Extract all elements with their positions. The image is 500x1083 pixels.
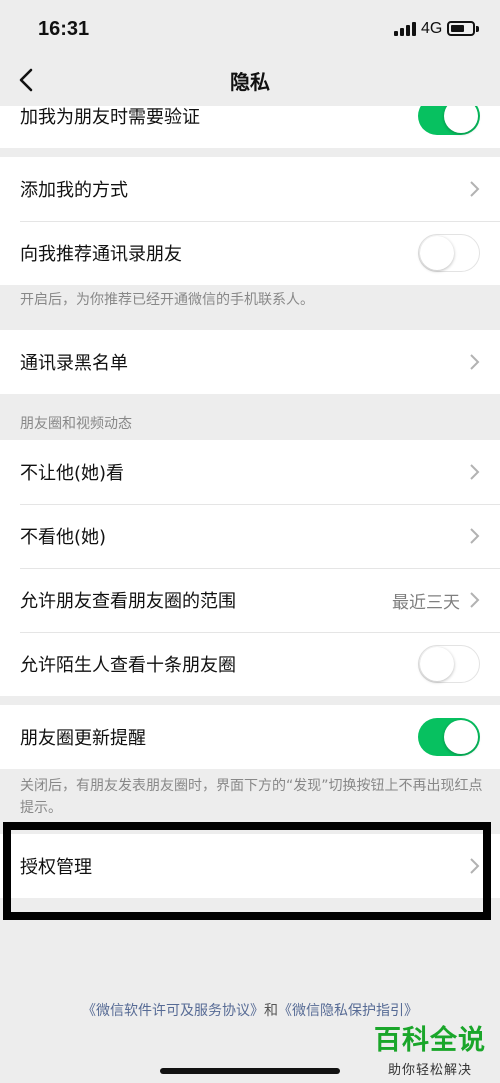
network-type: 4G — [421, 20, 443, 37]
row-label: 添加我的方式 — [20, 180, 128, 201]
recommend-note: 开启后，为你推荐已经开通微信的手机联系人。 — [20, 292, 314, 308]
group-moments: 不让他(她)看 不看他(她) 允许朋友查看朋友圈的范围 最近三天 允许陌生人查看… — [0, 440, 500, 696]
footer: 《微信软件许可及服务协议》和《微信隐私保护指引》 — [0, 1000, 500, 1020]
row-label: 加我为朋友时需要验证 — [20, 107, 200, 128]
battery-icon — [447, 21, 475, 36]
section-header-moments: 朋友圈和视频动态 — [20, 416, 132, 432]
group-add-methods: 添加我的方式 向我推荐通讯录朋友 — [0, 157, 500, 285]
license-link[interactable]: 《微信软件许可及服务协议》 — [82, 1003, 264, 1019]
battery-tip-icon — [476, 26, 479, 32]
row-label: 朋友圈更新提醒 — [20, 728, 146, 749]
verify-friend-toggle[interactable] — [418, 106, 480, 135]
footer-joiner: 和 — [264, 1003, 278, 1019]
page-title: 隐私 — [230, 70, 270, 94]
status-time: 16:31 — [38, 18, 90, 40]
row-moments-reminder[interactable]: 朋友圈更新提醒 — [0, 705, 500, 769]
row-label: 允许陌生人查看十条朋友圈 — [20, 655, 236, 676]
row-label: 通讯录黑名单 — [20, 353, 128, 374]
chevron-right-icon — [470, 181, 480, 197]
chevron-right-icon — [470, 528, 480, 544]
chevron-right-icon — [470, 464, 480, 480]
watermark-sub: 助你轻松解决 — [387, 1063, 472, 1078]
row-hide-my-posts[interactable]: 不让他(她)看 — [0, 440, 500, 504]
group-blacklist: 通讯录黑名单 — [0, 330, 500, 394]
row-label: 不看他(她) — [20, 527, 107, 548]
status-bar: 16:31 4G — [0, 0, 500, 60]
nav-bar: 隐私 — [0, 60, 500, 106]
row-strangers-view[interactable]: 允许陌生人查看十条朋友圈 — [0, 632, 500, 696]
moments-reminder-toggle[interactable] — [418, 718, 480, 756]
chevron-right-icon — [470, 592, 480, 608]
group-verification: 加我为朋友时需要验证 — [0, 106, 500, 148]
highlight-box — [3, 822, 491, 920]
home-indicator[interactable] — [160, 1068, 340, 1074]
row-verify-friend[interactable]: 加我为朋友时需要验证 — [0, 106, 500, 148]
privacy-link[interactable]: 《微信隐私保护指引》 — [278, 1003, 418, 1019]
recommend-contacts-toggle[interactable] — [418, 234, 480, 272]
row-recommend-contacts[interactable]: 向我推荐通讯录朋友 — [0, 221, 500, 285]
watermark-main: 百科全说 — [374, 1025, 486, 1056]
strangers-view-toggle[interactable] — [418, 645, 480, 683]
row-label: 向我推荐通讯录朋友 — [20, 244, 182, 265]
row-hide-their-posts[interactable]: 不看他(她) — [0, 504, 500, 568]
row-blacklist[interactable]: 通讯录黑名单 — [0, 330, 500, 394]
row-add-methods[interactable]: 添加我的方式 — [0, 157, 500, 221]
row-label: 允许朋友查看朋友圈的范围 — [20, 591, 236, 612]
watermark-logo: 百科全说 助你轻松解决 — [370, 1018, 490, 1078]
chevron-right-icon — [470, 354, 480, 370]
row-label: 不让他(她)看 — [20, 463, 125, 484]
group-reminder: 朋友圈更新提醒 — [0, 705, 500, 769]
reminder-note: 关闭后，有朋友发表朋友圈时，界面下方的“发现”切换按钮上不再出现红点提示。 — [20, 778, 483, 816]
row-moments-range[interactable]: 允许朋友查看朋友圈的范围 最近三天 — [0, 568, 500, 632]
moments-range-value: 最近三天 — [392, 592, 460, 613]
signal-icon — [394, 22, 416, 36]
